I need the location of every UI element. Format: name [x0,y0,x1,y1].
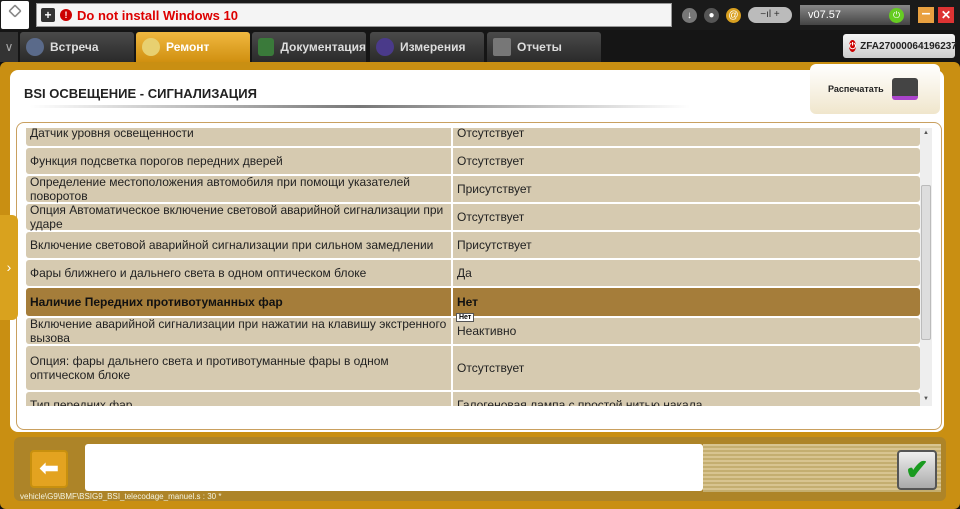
table-row[interactable]: Тип передних фар Галогеновая лампа с прос… [26,392,920,406]
scrollbar-thumb[interactable] [921,185,931,340]
chevron-down-icon[interactable]: ∨ [0,32,18,62]
table-row[interactable]: Включение световой аварийной сигнализаци… [26,232,920,258]
tab-repair[interactable]: Ремонт [136,32,250,62]
power-status-icon[interactable]: ⏻ [889,8,904,23]
parameter-value[interactable]: Отсутствует [453,148,920,174]
tab-reports[interactable]: Отчеты [487,32,601,62]
close-button[interactable]: ✕ [938,7,954,23]
page-title: BSI ОСВЕЩЕНИЕ - СИГНАЛИЗАЦИЯ [24,86,257,101]
table-row[interactable]: Датчик уровня освещенности Отсутствует [26,128,920,146]
table-row[interactable]: Наличие Передних противотуманных фар Нет [26,288,920,316]
warning-icon: ! [60,9,72,21]
arrow-left-icon: ⬅ [38,455,60,482]
tab-documentation[interactable]: Документация [252,32,366,62]
connection-indicator[interactable]: −ıl + [748,7,792,23]
user-icon[interactable]: ● [704,8,719,23]
scroll-down-icon[interactable]: ▼ [920,396,932,402]
parameter-name: Включение световой аварийной сигнализаци… [26,232,453,258]
parameter-value[interactable]: Да [453,260,920,286]
parameter-value[interactable]: Отсутствует [453,204,920,230]
brand-logo [1,1,29,29]
email-icon[interactable]: @ [726,8,741,23]
parameter-value[interactable]: Присутствует [453,176,920,202]
parameter-name: Наличие Передних противотуманных фар [26,288,453,316]
confirm-button[interactable]: ✔ [897,450,937,490]
vin-button[interactable]: ⏻ ZFA27000064196237 [843,34,957,58]
table-row[interactable]: Определение местоположения автомобиля пр… [26,175,920,203]
message-bar: + ! Do not install Windows 10 [36,3,672,27]
parameter-name: Опция Автоматическое включение световой … [26,203,453,231]
table-row[interactable]: Фары ближнего и дальнего света в одном о… [26,260,920,286]
back-button[interactable]: ⬅ [30,450,68,488]
parameter-value[interactable]: Нет [453,288,920,316]
parameter-value[interactable]: Отсутствует [453,346,920,390]
parameter-name: Фары ближнего и дальнего света в одном о… [26,260,453,286]
book-icon [258,38,275,56]
parameter-value[interactable]: Присутствует [453,232,920,258]
tab-meeting[interactable]: Встреча [20,32,134,62]
printer-icon [891,78,918,100]
table-row[interactable]: Опция: фары дальнего света и противотума… [26,346,920,390]
waveform-icon [376,38,394,56]
scroll-up-icon[interactable]: ▲ [920,130,932,136]
tab-label: Документация [280,40,366,54]
parameter-name: Определение местоположения автомобиля пр… [26,175,453,203]
checkmark-icon: ✔ [905,454,929,485]
tab-label: Измерения [400,40,466,54]
table-row[interactable]: Опция Автоматическое включение световой … [26,203,920,231]
tab-label: Отчеты [517,40,562,54]
vin-text: ZFA27000064196237 [860,40,957,52]
status-path: vehicle\G9\BMF\BSIG9_BSI_telecodage_manu… [20,492,222,501]
tab-label: Встреча [50,40,99,54]
side-panel-toggle[interactable]: › [0,215,18,320]
power-icon: ⏻ [849,40,857,52]
parameter-name: Включение аварийной сигнализации при наж… [26,317,453,345]
minimize-button[interactable]: – [918,6,934,23]
parameter-value[interactable]: Неактивно [453,318,920,344]
parameter-table: Датчик уровня освещенности Отсутствует Фун… [26,128,920,406]
expand-icon[interactable]: + [41,8,55,22]
download-icon[interactable]: ↓ [682,8,697,23]
parameter-name: Тип передних фар [26,392,453,406]
parameter-name: Опция: фары дальнего света и противотума… [26,346,453,390]
print-button[interactable]: Распечатать [810,64,940,114]
tooltip: Нет [456,313,475,322]
title-divider [30,105,690,108]
meeting-icon [26,38,44,56]
info-field [85,444,703,491]
parameter-name: Функция подсветка порогов передних двере… [26,148,453,174]
message-text: Do not install Windows 10 [77,7,238,23]
print-label: Распечатать [828,84,884,94]
tab-measurements[interactable]: Измерения [370,32,484,62]
report-icon [493,38,511,56]
table-row[interactable]: Функция подсветка порогов передних двере… [26,148,920,174]
parameter-value[interactable]: Отсутствует [453,128,920,146]
parameter-value[interactable]: Галогеновая лампа с простой нитью накала [453,392,920,406]
parameter-name: Датчик уровня освещенности [26,128,453,146]
tab-label: Ремонт [166,40,210,54]
magnifier-icon [142,38,160,56]
